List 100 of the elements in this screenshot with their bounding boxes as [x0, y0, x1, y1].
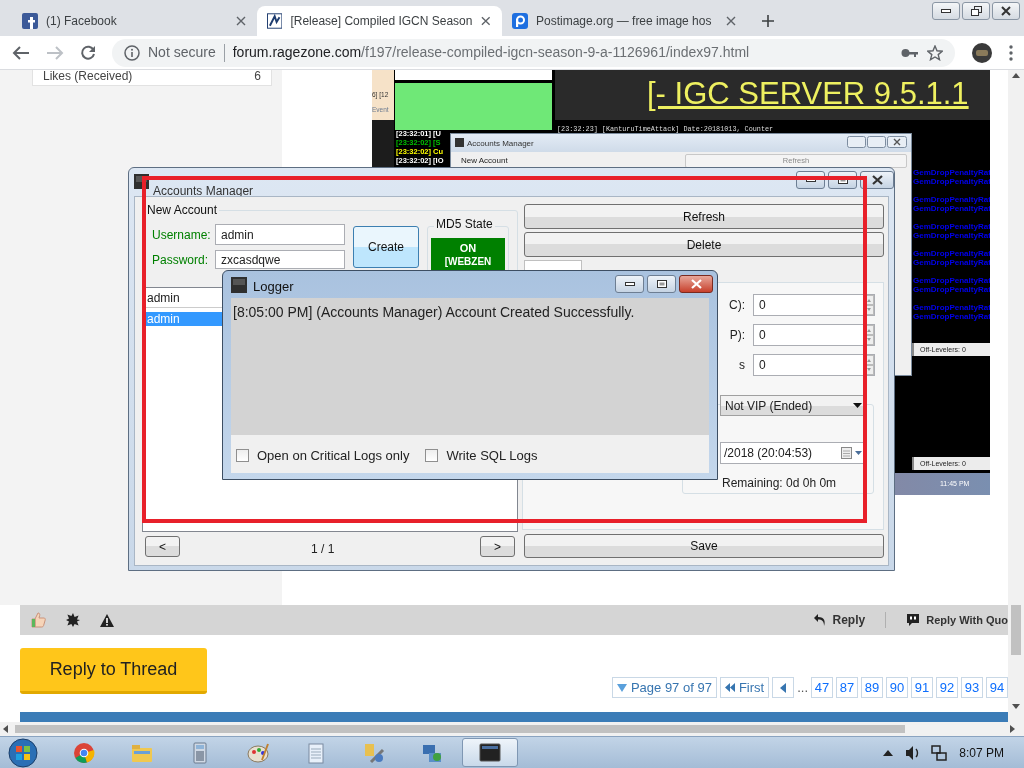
reply-link[interactable]: Reply [812, 611, 866, 629]
close-button[interactable] [860, 171, 894, 189]
favicon-icon [512, 13, 528, 29]
field-label: s [739, 357, 745, 374]
previous-page-button[interactable] [772, 677, 795, 698]
starburst-icon[interactable] [66, 613, 80, 627]
vertical-scrollbar[interactable] [1008, 70, 1024, 722]
ellipsis: ... [797, 678, 808, 697]
first-page-button[interactable]: First [719, 677, 770, 698]
maximize-button[interactable] [647, 275, 676, 293]
config-line: GemDropPenaltyRat [913, 204, 990, 213]
maximize-icon [656, 280, 667, 288]
page-link[interactable]: 89 [861, 677, 883, 698]
close-icon [871, 175, 883, 185]
restore-button[interactable] [962, 2, 990, 20]
create-button[interactable]: Create [353, 226, 419, 268]
thumbs-up-icon[interactable] [30, 612, 46, 628]
terminal-icon [479, 741, 501, 764]
close-icon[interactable] [235, 15, 247, 27]
config-line: GemDropPenaltyRat [913, 195, 990, 204]
scroll-thumb[interactable] [1011, 605, 1021, 655]
config-line: GemDropPenaltyRat [913, 168, 990, 177]
browser-tab[interactable]: Postimage.org — free image hos [502, 6, 747, 36]
checkbox-label[interactable]: Open on Critical Logs only [257, 446, 410, 466]
config-line: GemDropPenaltyRat [913, 276, 990, 285]
refresh-button[interactable]: Refresh [524, 204, 884, 229]
config-line: GemDropPenaltyRat [913, 312, 990, 321]
password-label: Password: [152, 253, 209, 267]
spinner-icon[interactable] [864, 355, 874, 375]
delete-button[interactable]: Delete [524, 232, 884, 257]
number-field[interactable]: 0 [753, 324, 875, 346]
save-button[interactable]: Save [524, 534, 884, 558]
side-panel [372, 70, 394, 120]
start-button[interactable] [6, 737, 40, 768]
horizontal-scrollbar[interactable] [0, 722, 1024, 736]
state-indicator: ON [WEBZEN [431, 238, 505, 272]
checkbox[interactable] [425, 449, 439, 463]
close-icon[interactable] [480, 15, 492, 27]
close-button[interactable] [679, 275, 713, 293]
back-icon[interactable] [12, 44, 30, 61]
close-icon [1001, 6, 1011, 16]
page-jump-button[interactable]: Page 97 of 97 [611, 677, 717, 698]
scroll-up-icon[interactable] [1012, 73, 1020, 78]
scroll-thumb[interactable] [15, 725, 905, 733]
quote-icon [906, 613, 921, 627]
username-field[interactable]: admin [215, 224, 345, 245]
scroll-left-icon[interactable] [3, 725, 8, 733]
avatar-icon[interactable] [971, 41, 993, 64]
page-link[interactable]: 90 [886, 677, 908, 698]
reply-icon [812, 613, 827, 627]
minimize-button[interactable] [932, 2, 960, 20]
star-icon[interactable] [927, 44, 943, 61]
page-link[interactable]: 87 [836, 677, 858, 698]
clock[interactable]: 8:07 PM [959, 743, 1004, 762]
next-page-button[interactable]: > [480, 536, 515, 557]
reload-icon[interactable] [80, 44, 96, 61]
stat-value: 6 [254, 70, 261, 85]
window-title: Accounts Manager [153, 183, 254, 200]
spinner-icon[interactable] [864, 325, 874, 345]
config-line: GemDropPenaltyRat [913, 303, 990, 312]
browser-icon [73, 741, 95, 764]
checkbox[interactable] [236, 449, 249, 463]
group-label: New Account [461, 155, 508, 167]
key-icon[interactable] [901, 47, 919, 58]
page-link[interactable]: 47 [811, 677, 833, 698]
browser-tab[interactable]: (1) Facebook [12, 6, 257, 36]
scroll-right-icon[interactable] [1010, 725, 1015, 733]
close-icon [690, 279, 702, 289]
tray-arrow-icon[interactable] [883, 749, 894, 756]
scroll-down-icon[interactable] [1012, 704, 1020, 709]
address-bar[interactable]: Not secure forum.ragezone.com/f197/release-compiled-igcn-season-9-a-1126961/index97.html [112, 38, 955, 67]
menu-icon[interactable] [1009, 44, 1013, 61]
taskbar-button[interactable] [462, 738, 518, 767]
previous-page-button[interactable]: < [145, 536, 180, 557]
close-button[interactable] [992, 2, 1020, 20]
config-line: GemDropPenaltyRat [913, 249, 990, 258]
number-field[interactable]: 0 [753, 354, 875, 376]
quote-link[interactable]: Reply With Quo [906, 611, 1008, 629]
close-icon[interactable] [725, 15, 737, 27]
warning-icon[interactable] [100, 613, 114, 627]
stat-label: Likes (Received) [43, 70, 133, 85]
checkbox-label[interactable]: Write SQL Logs [446, 446, 538, 466]
volume-icon[interactable] [905, 744, 920, 761]
page-indicator: 1 / 1 [311, 541, 335, 558]
app-icon [455, 138, 464, 147]
info-icon [124, 44, 140, 61]
new-tab-icon[interactable] [761, 14, 775, 28]
page-link[interactable]: 93 [961, 677, 983, 698]
password-field[interactable]: zxcasdqwe [215, 250, 345, 269]
arrow-icon [780, 682, 787, 693]
spinner-icon[interactable] [864, 295, 874, 315]
reply-to-thread-button[interactable]: Reply to Thread [20, 648, 207, 694]
page-link[interactable]: 94 [986, 677, 1008, 698]
network-icon[interactable] [931, 744, 948, 761]
page-link[interactable]: 92 [936, 677, 958, 698]
window-title: Logger [253, 278, 294, 296]
number-field[interactable]: 0 [753, 294, 875, 316]
page-link[interactable]: 91 [911, 677, 933, 698]
minimize-button[interactable] [615, 275, 644, 293]
browser-tab[interactable]: [Release] Compiled IGCN Season [257, 6, 502, 36]
